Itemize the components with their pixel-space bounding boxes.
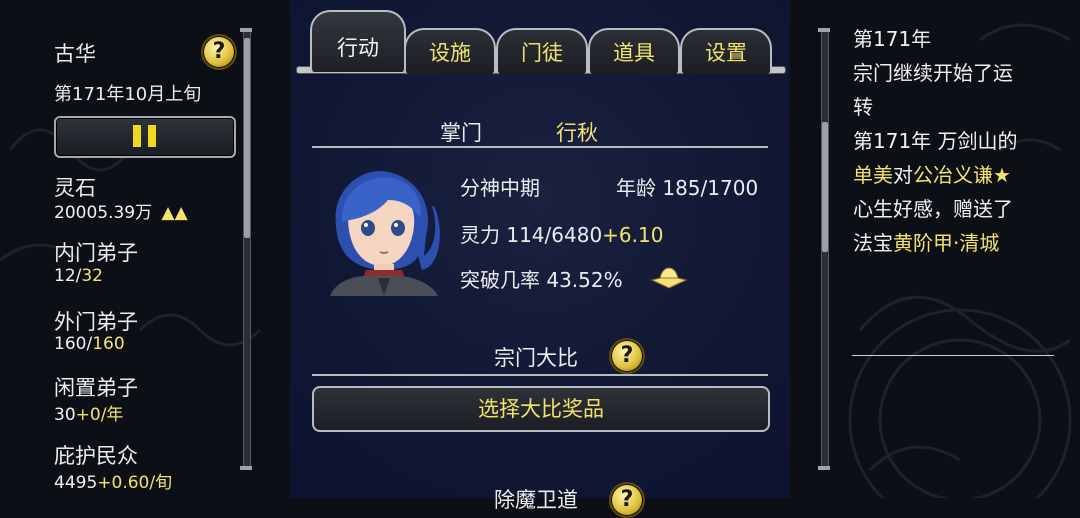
sheltered-people-value: 4495+0.60/旬	[54, 473, 173, 493]
question-icon: ?	[212, 39, 226, 64]
log-divider	[852, 355, 1054, 356]
double-up-arrow-icon: ▲▲	[161, 203, 188, 223]
leader-name[interactable]: 行秋	[556, 117, 598, 147]
log-segment: 公冶义谦★	[913, 163, 1011, 187]
leader-realm: 分神中期	[460, 176, 540, 200]
tab-facilities[interactable]: 设施	[404, 28, 496, 74]
game-date: 第171年10月上旬	[54, 84, 202, 105]
outer-disciples-value: 160/160	[54, 334, 125, 354]
pause-button[interactable]	[54, 116, 236, 158]
outer-disciples-label: 外门弟子	[54, 310, 138, 334]
spirit-stone-value: 20005.39万 ▲▲	[54, 203, 188, 223]
sect-help-button[interactable]: ?	[201, 34, 237, 70]
idle-disciples-label: 闲置弟子	[54, 376, 138, 400]
log-segment: 法宝	[853, 231, 893, 255]
log-segment: 单美	[853, 163, 893, 187]
competition-divider	[312, 374, 768, 376]
left-scrollbar[interactable]	[243, 32, 251, 468]
log-segment: 黄阶甲·清城	[893, 231, 1000, 255]
left-scrollbar-bottom-cap	[240, 466, 252, 470]
log-segment: 心生好感，赠送了	[853, 197, 1013, 221]
log-line: 单美对公冶义谦★	[853, 158, 1053, 192]
tab-settings[interactable]: 设置	[680, 28, 772, 74]
right-scrollbar[interactable]	[821, 32, 829, 468]
inner-disciples-label: 内门弟子	[54, 241, 138, 265]
lotus-icon[interactable]	[650, 266, 688, 290]
log-segment: 对	[893, 163, 913, 187]
sect-status-panel: 古华 ? 第171年10月上旬 灵石 20005.39万 ▲▲ 内门弟子 12/…	[0, 0, 250, 498]
log-segment: 第171年	[853, 27, 932, 51]
demon-slaying-title: 除魔卫道	[494, 488, 578, 512]
log-line: 宗门继续开始了运	[853, 56, 1053, 90]
leader-breakthrough-chance: 突破几率 43.52%	[460, 268, 623, 292]
log-segment: 第171年 万剑山的	[853, 129, 1018, 153]
log-segment: 宗门继续开始了运	[853, 61, 1013, 85]
log-line: 第171年	[853, 22, 1053, 56]
right-scrollbar-bottom-cap	[818, 466, 830, 470]
leader-age: 年龄 185/1700	[616, 176, 759, 200]
event-log: 第171年 宗门继续开始了运转第171年 万剑山的 单美对公冶义谦★ 心生好感，赠送了…	[853, 22, 1053, 260]
leader-portrait[interactable]	[326, 166, 440, 296]
leader-title-label: 掌门	[440, 121, 482, 145]
question-icon: ?	[620, 343, 634, 368]
sheltered-people-label: 庇护民众	[54, 444, 138, 468]
inner-disciples-value: 12/32	[54, 266, 103, 286]
tab-disciples[interactable]: 门徒	[496, 28, 588, 74]
log-line: 转	[853, 90, 1053, 124]
right-scrollbar-thumb[interactable]	[822, 122, 828, 252]
question-icon: ?	[620, 487, 634, 512]
log-line: 心生好感，赠送了	[853, 192, 1053, 226]
leader-spirit-power: 灵力 114/6480+6.10	[460, 223, 664, 247]
tab-action[interactable]: 行动	[310, 10, 406, 72]
idle-disciples-value: 30+0/年	[54, 405, 124, 425]
left-scrollbar-thumb[interactable]	[244, 38, 250, 238]
choose-prize-button[interactable]: 选择大比奖品	[312, 386, 770, 432]
sect-competition-title: 宗门大比	[494, 346, 578, 370]
demon-slaying-help-button[interactable]: ?	[609, 482, 645, 518]
log-line: 法宝黄阶甲·清城	[853, 226, 1053, 260]
tab-items[interactable]: 道具	[588, 28, 680, 74]
log-line: 第171年 万剑山的	[853, 124, 1053, 158]
leader-divider	[312, 146, 768, 148]
log-segment: 转	[853, 95, 873, 119]
sect-name: 古华	[54, 42, 96, 66]
competition-help-button[interactable]: ?	[609, 338, 645, 374]
